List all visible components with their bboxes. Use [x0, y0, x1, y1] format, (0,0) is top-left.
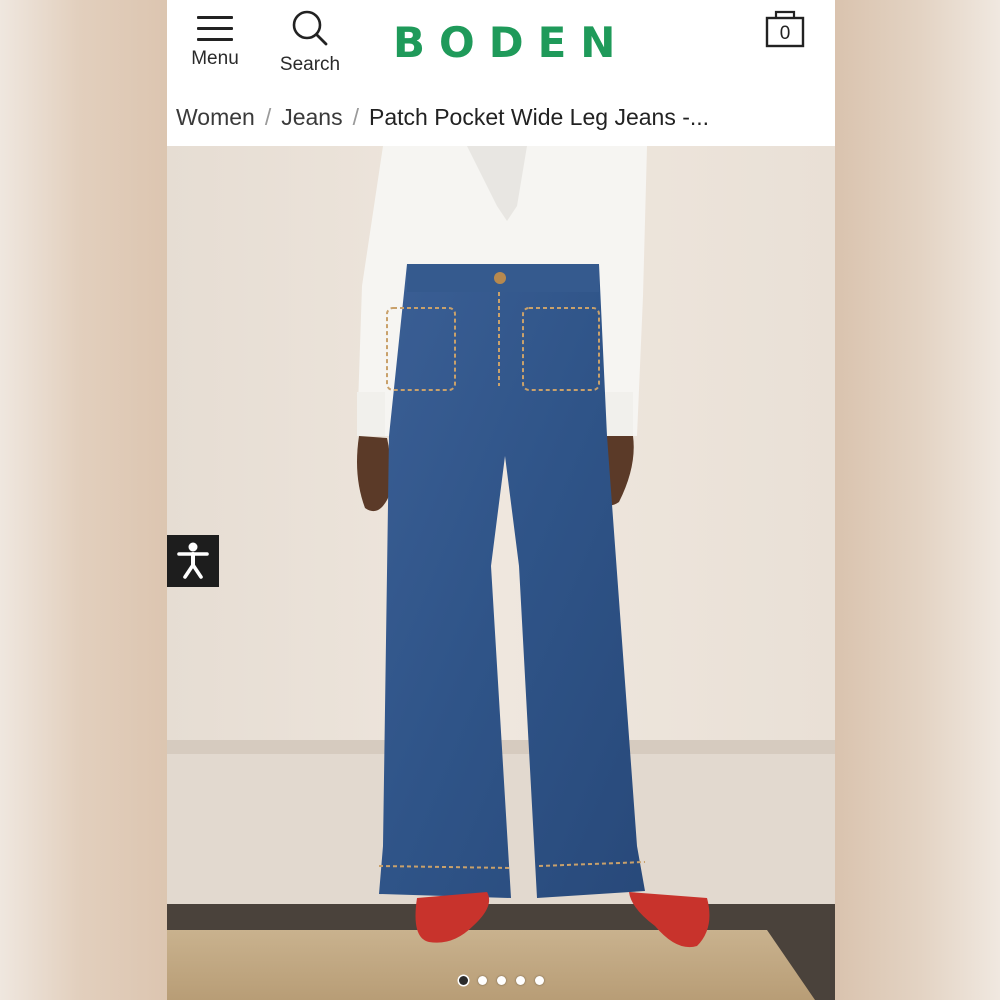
basket-count: 0: [779, 23, 791, 44]
breadcrumb: Women / Jeans / Patch Pocket Wide Leg Jeans …: [167, 92, 835, 146]
carousel-dot[interactable]: [535, 976, 544, 985]
menu-button[interactable]: Menu: [183, 8, 247, 70]
product-image[interactable]: [167, 146, 835, 1000]
carousel-dot[interactable]: [516, 976, 525, 985]
mobile-page: Menu Search BODEN 0 Women / Jeans / Patch Po…: [167, 0, 835, 1000]
accessibility-icon: [177, 542, 209, 579]
search-label: Search: [279, 54, 341, 75]
carousel-dot[interactable]: [478, 976, 487, 985]
boden-logo[interactable]: BODEN: [393, 18, 629, 67]
breadcrumb-current: Patch Pocket Wide Leg Jeans -...: [368, 104, 710, 130]
breadcrumb-separator: /: [352, 104, 359, 130]
search-button[interactable]: Search: [275, 8, 345, 76]
search-icon: [292, 10, 328, 46]
hamburger-icon: [197, 12, 233, 42]
product-photo-illustration: [167, 146, 835, 1000]
menu-label: Menu: [191, 48, 239, 69]
site-header: Menu Search BODEN 0: [167, 0, 835, 93]
breadcrumb-jeans[interactable]: Jeans: [281, 104, 342, 130]
breadcrumb-separator: /: [264, 104, 272, 130]
carousel-dot[interactable]: [459, 976, 468, 985]
basket-button[interactable]: 0: [765, 8, 809, 52]
carousel-dot[interactable]: [497, 976, 506, 985]
breadcrumb-women[interactable]: Women: [176, 104, 255, 130]
accessibility-button[interactable]: [167, 535, 219, 587]
